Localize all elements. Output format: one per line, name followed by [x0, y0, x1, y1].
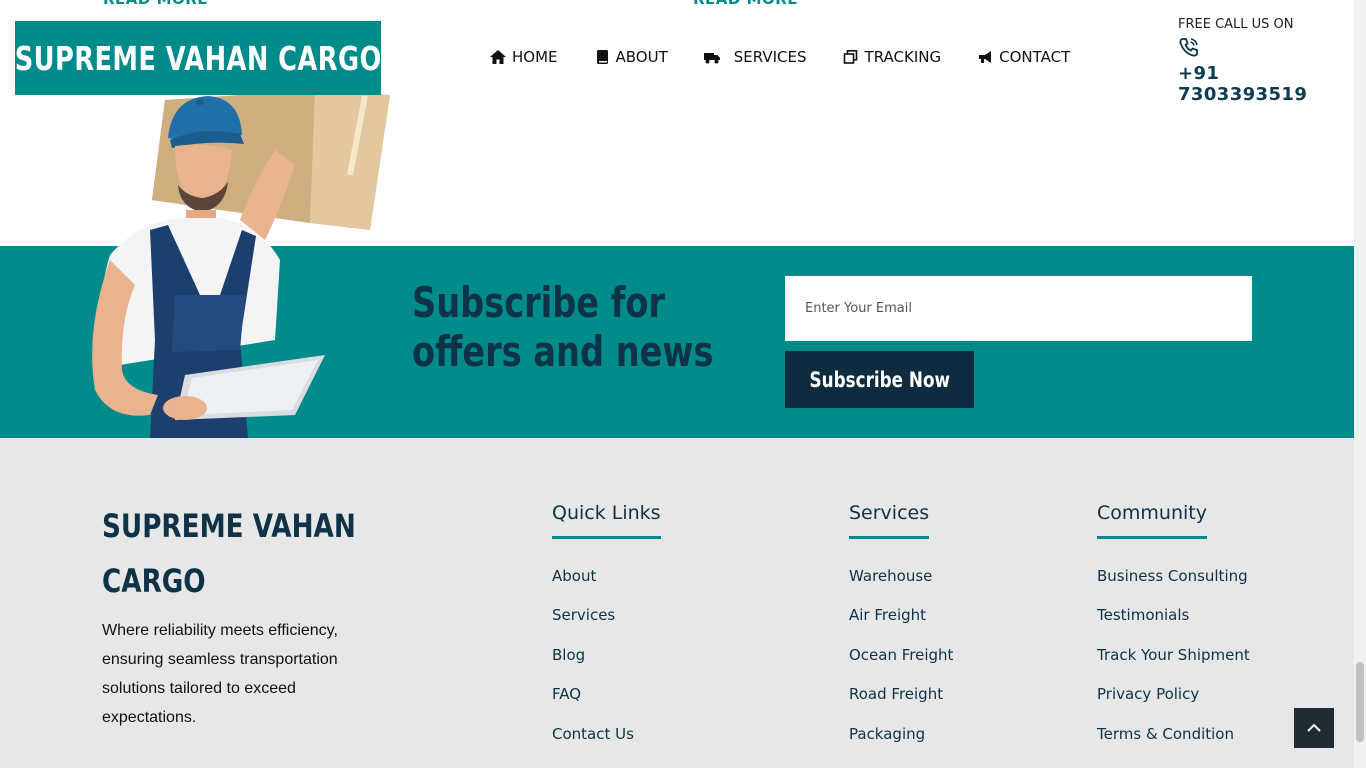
footer-brand: SUPREME VAHAN CARGO	[102, 507, 356, 600]
footer-link[interactable]: Track Your Shipment	[1097, 645, 1250, 684]
footer-link[interactable]: About	[552, 566, 661, 605]
read-more-link[interactable]: READ MORE	[693, 0, 798, 8]
subscribe-button-label: Subscribe Now	[809, 367, 950, 392]
footer-link[interactable]: Blog	[552, 645, 661, 684]
footer-link[interactable]: Air Freight	[849, 605, 953, 644]
footer-column-title: Community	[1097, 502, 1207, 539]
phone-ringing-icon	[1178, 36, 1200, 58]
subscribe-title-text: Subscribe for offers and news	[412, 278, 714, 376]
delivery-worker-image	[92, 90, 390, 438]
nav-tracking-label: TRACKING	[864, 48, 942, 66]
footer-link[interactable]: Warehouse	[849, 566, 953, 605]
nav-tracking[interactable]: TRACKING	[843, 48, 942, 66]
footer-link[interactable]: FAQ	[552, 684, 661, 723]
footer-link[interactable]: Testimonials	[1097, 605, 1250, 644]
footer-description: Where reliability meets efficiency, ensu…	[102, 622, 338, 726]
copy-icon	[843, 50, 859, 64]
nav-services[interactable]: SERVICES	[703, 48, 807, 66]
nav-services-label: SERVICES	[733, 48, 807, 66]
footer-column-title: Quick Links	[552, 502, 661, 539]
footer-link[interactable]: Services	[552, 605, 661, 644]
footer-link[interactable]: Packaging	[849, 724, 953, 763]
main-nav: HOME ABOUT SERVICES TRACKING CONTACT	[490, 46, 1106, 68]
scrollbar-thumb[interactable]	[1356, 662, 1364, 742]
footer-column-title: Services	[849, 502, 930, 539]
footer-link[interactable]: Terms & Condition	[1097, 724, 1250, 763]
site-logo[interactable]: SUPREME VAHAN CARGO	[15, 21, 381, 95]
logo-text: SUPREME VAHAN CARGO	[14, 38, 382, 78]
call-block: FREE CALL US ON +91 7303393519	[1178, 17, 1354, 105]
nav-contact-label: CONTACT	[999, 48, 1071, 66]
read-more-link[interactable]: READ MORE	[103, 0, 208, 8]
home-icon	[490, 50, 506, 64]
call-label: FREE CALL US ON	[1178, 17, 1294, 32]
phone-number[interactable]: +91 7303393519	[1178, 63, 1354, 105]
nav-home[interactable]: HOME	[490, 48, 558, 66]
nav-about[interactable]: ABOUT	[594, 48, 668, 66]
nav-home-label: HOME	[512, 48, 558, 66]
footer-link[interactable]: Privacy Policy	[1097, 684, 1250, 723]
footer-column-services: Services Warehouse Air Freight Ocean Fre…	[849, 502, 953, 763]
page: READ MORE READ MORE SUPREME VAHAN CARGO	[0, 0, 1354, 768]
footer-link[interactable]: Ocean Freight	[849, 645, 953, 684]
bullhorn-icon	[977, 50, 993, 64]
footer-link[interactable]: Business Consulting	[1097, 566, 1250, 605]
chevron-up-icon	[1307, 723, 1321, 732]
scroll-to-top-button[interactable]	[1294, 708, 1334, 748]
book-icon	[594, 50, 610, 64]
page-scrollbar[interactable]	[1354, 0, 1366, 768]
subscribe-button[interactable]: Subscribe Now	[785, 351, 974, 408]
footer-column-community: Community Business Consulting Testimonia…	[1097, 502, 1250, 763]
subscribe-title: Subscribe for offers and news	[412, 278, 713, 376]
footer-column-quick-links: Quick Links About Services Blog FAQ Cont…	[552, 502, 661, 763]
footer-link[interactable]: Contact Us	[552, 724, 661, 763]
footer-link[interactable]: Road Freight	[849, 684, 953, 723]
truck-icon	[703, 50, 720, 64]
nav-contact[interactable]: CONTACT	[977, 48, 1070, 66]
nav-about-label: ABOUT	[615, 48, 668, 66]
email-input[interactable]	[785, 276, 1252, 341]
